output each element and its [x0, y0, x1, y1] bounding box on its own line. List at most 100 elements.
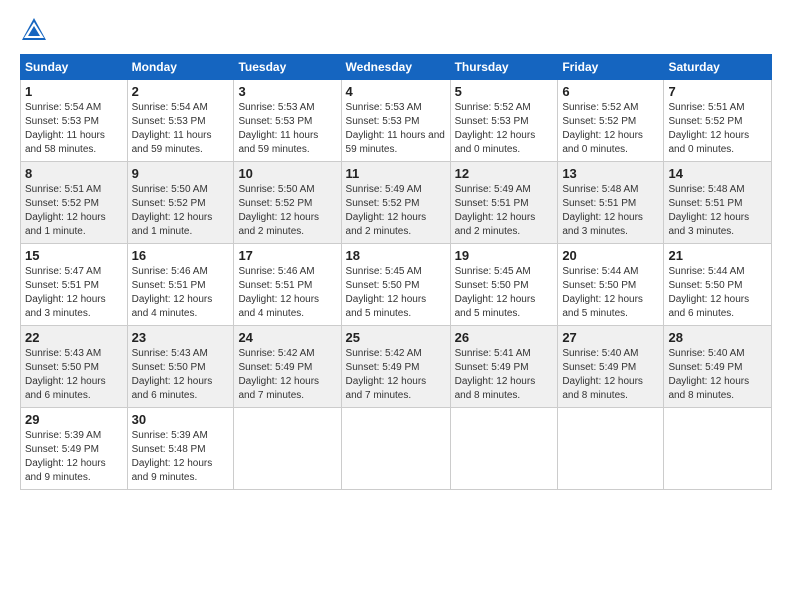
day-info: Sunrise: 5:53 AMSunset: 5:53 PMDaylight:…: [346, 102, 445, 155]
day-cell-9: 9 Sunrise: 5:50 AMSunset: 5:52 PMDayligh…: [127, 162, 234, 244]
day-number: 7: [668, 84, 767, 99]
day-cell-22: 22 Sunrise: 5:43 AMSunset: 5:50 PMDaylig…: [21, 326, 128, 408]
day-cell-21: 21 Sunrise: 5:44 AMSunset: 5:50 PMDaylig…: [664, 244, 772, 326]
day-number: 16: [132, 248, 230, 263]
header-wednesday: Wednesday: [341, 55, 450, 80]
day-number: 12: [455, 166, 554, 181]
day-info: Sunrise: 5:49 AMSunset: 5:52 PMDaylight:…: [346, 184, 427, 237]
day-cell-15: 15 Sunrise: 5:47 AMSunset: 5:51 PMDaylig…: [21, 244, 128, 326]
day-cell-7: 7 Sunrise: 5:51 AMSunset: 5:52 PMDayligh…: [664, 80, 772, 162]
day-number: 3: [238, 84, 336, 99]
empty-cell: [450, 408, 558, 490]
day-number: 30: [132, 412, 230, 427]
empty-cell: [341, 408, 450, 490]
day-number: 1: [25, 84, 123, 99]
week-row-5: 29 Sunrise: 5:39 AMSunset: 5:49 PMDaylig…: [21, 408, 772, 490]
day-info: Sunrise: 5:53 AMSunset: 5:53 PMDaylight:…: [238, 102, 318, 155]
day-cell-27: 27 Sunrise: 5:40 AMSunset: 5:49 PMDaylig…: [558, 326, 664, 408]
header-friday: Friday: [558, 55, 664, 80]
day-cell-17: 17 Sunrise: 5:46 AMSunset: 5:51 PMDaylig…: [234, 244, 341, 326]
day-cell-30: 30 Sunrise: 5:39 AMSunset: 5:48 PMDaylig…: [127, 408, 234, 490]
day-info: Sunrise: 5:52 AMSunset: 5:52 PMDaylight:…: [562, 102, 643, 155]
header-thursday: Thursday: [450, 55, 558, 80]
day-info: Sunrise: 5:54 AMSunset: 5:53 PMDaylight:…: [132, 102, 212, 155]
header: [20, 16, 772, 44]
day-number: 27: [562, 330, 659, 345]
day-cell-10: 10 Sunrise: 5:50 AMSunset: 5:52 PMDaylig…: [234, 162, 341, 244]
header-saturday: Saturday: [664, 55, 772, 80]
day-info: Sunrise: 5:41 AMSunset: 5:49 PMDaylight:…: [455, 348, 536, 401]
empty-cell: [234, 408, 341, 490]
day-cell-19: 19 Sunrise: 5:45 AMSunset: 5:50 PMDaylig…: [450, 244, 558, 326]
day-info: Sunrise: 5:44 AMSunset: 5:50 PMDaylight:…: [668, 266, 749, 319]
day-cell-28: 28 Sunrise: 5:40 AMSunset: 5:49 PMDaylig…: [664, 326, 772, 408]
day-number: 9: [132, 166, 230, 181]
day-number: 4: [346, 84, 446, 99]
day-info: Sunrise: 5:40 AMSunset: 5:49 PMDaylight:…: [668, 348, 749, 401]
empty-cell: [558, 408, 664, 490]
day-info: Sunrise: 5:50 AMSunset: 5:52 PMDaylight:…: [132, 184, 213, 237]
day-cell-12: 12 Sunrise: 5:49 AMSunset: 5:51 PMDaylig…: [450, 162, 558, 244]
day-info: Sunrise: 5:50 AMSunset: 5:52 PMDaylight:…: [238, 184, 319, 237]
day-info: Sunrise: 5:45 AMSunset: 5:50 PMDaylight:…: [346, 266, 427, 319]
day-info: Sunrise: 5:47 AMSunset: 5:51 PMDaylight:…: [25, 266, 106, 319]
week-row-2: 8 Sunrise: 5:51 AMSunset: 5:52 PMDayligh…: [21, 162, 772, 244]
day-info: Sunrise: 5:51 AMSunset: 5:52 PMDaylight:…: [668, 102, 749, 155]
week-row-1: 1 Sunrise: 5:54 AMSunset: 5:53 PMDayligh…: [21, 80, 772, 162]
day-number: 8: [25, 166, 123, 181]
day-cell-13: 13 Sunrise: 5:48 AMSunset: 5:51 PMDaylig…: [558, 162, 664, 244]
day-info: Sunrise: 5:46 AMSunset: 5:51 PMDaylight:…: [132, 266, 213, 319]
header-tuesday: Tuesday: [234, 55, 341, 80]
day-cell-1: 1 Sunrise: 5:54 AMSunset: 5:53 PMDayligh…: [21, 80, 128, 162]
day-number: 21: [668, 248, 767, 263]
day-number: 24: [238, 330, 336, 345]
day-cell-24: 24 Sunrise: 5:42 AMSunset: 5:49 PMDaylig…: [234, 326, 341, 408]
day-cell-11: 11 Sunrise: 5:49 AMSunset: 5:52 PMDaylig…: [341, 162, 450, 244]
day-info: Sunrise: 5:42 AMSunset: 5:49 PMDaylight:…: [346, 348, 427, 401]
day-number: 19: [455, 248, 554, 263]
day-number: 25: [346, 330, 446, 345]
day-number: 23: [132, 330, 230, 345]
day-cell-20: 20 Sunrise: 5:44 AMSunset: 5:50 PMDaylig…: [558, 244, 664, 326]
day-cell-14: 14 Sunrise: 5:48 AMSunset: 5:51 PMDaylig…: [664, 162, 772, 244]
day-cell-29: 29 Sunrise: 5:39 AMSunset: 5:49 PMDaylig…: [21, 408, 128, 490]
day-number: 22: [25, 330, 123, 345]
day-cell-25: 25 Sunrise: 5:42 AMSunset: 5:49 PMDaylig…: [341, 326, 450, 408]
day-cell-8: 8 Sunrise: 5:51 AMSunset: 5:52 PMDayligh…: [21, 162, 128, 244]
day-cell-2: 2 Sunrise: 5:54 AMSunset: 5:53 PMDayligh…: [127, 80, 234, 162]
page: SundayMondayTuesdayWednesdayThursdayFrid…: [0, 0, 792, 612]
day-info: Sunrise: 5:45 AMSunset: 5:50 PMDaylight:…: [455, 266, 536, 319]
calendar-header-row: SundayMondayTuesdayWednesdayThursdayFrid…: [21, 55, 772, 80]
day-info: Sunrise: 5:52 AMSunset: 5:53 PMDaylight:…: [455, 102, 536, 155]
day-cell-23: 23 Sunrise: 5:43 AMSunset: 5:50 PMDaylig…: [127, 326, 234, 408]
day-number: 10: [238, 166, 336, 181]
day-info: Sunrise: 5:54 AMSunset: 5:53 PMDaylight:…: [25, 102, 105, 155]
day-number: 5: [455, 84, 554, 99]
day-info: Sunrise: 5:39 AMSunset: 5:49 PMDaylight:…: [25, 430, 106, 483]
day-number: 14: [668, 166, 767, 181]
calendar: SundayMondayTuesdayWednesdayThursdayFrid…: [20, 54, 772, 490]
day-number: 13: [562, 166, 659, 181]
day-info: Sunrise: 5:39 AMSunset: 5:48 PMDaylight:…: [132, 430, 213, 483]
week-row-3: 15 Sunrise: 5:47 AMSunset: 5:51 PMDaylig…: [21, 244, 772, 326]
header-sunday: Sunday: [21, 55, 128, 80]
day-info: Sunrise: 5:48 AMSunset: 5:51 PMDaylight:…: [562, 184, 643, 237]
day-cell-5: 5 Sunrise: 5:52 AMSunset: 5:53 PMDayligh…: [450, 80, 558, 162]
header-monday: Monday: [127, 55, 234, 80]
day-number: 2: [132, 84, 230, 99]
day-cell-4: 4 Sunrise: 5:53 AMSunset: 5:53 PMDayligh…: [341, 80, 450, 162]
day-info: Sunrise: 5:43 AMSunset: 5:50 PMDaylight:…: [25, 348, 106, 401]
day-info: Sunrise: 5:40 AMSunset: 5:49 PMDaylight:…: [562, 348, 643, 401]
day-cell-18: 18 Sunrise: 5:45 AMSunset: 5:50 PMDaylig…: [341, 244, 450, 326]
week-row-4: 22 Sunrise: 5:43 AMSunset: 5:50 PMDaylig…: [21, 326, 772, 408]
day-cell-26: 26 Sunrise: 5:41 AMSunset: 5:49 PMDaylig…: [450, 326, 558, 408]
day-number: 20: [562, 248, 659, 263]
day-info: Sunrise: 5:46 AMSunset: 5:51 PMDaylight:…: [238, 266, 319, 319]
day-cell-3: 3 Sunrise: 5:53 AMSunset: 5:53 PMDayligh…: [234, 80, 341, 162]
empty-cell: [664, 408, 772, 490]
day-number: 6: [562, 84, 659, 99]
day-number: 17: [238, 248, 336, 263]
day-number: 26: [455, 330, 554, 345]
day-number: 29: [25, 412, 123, 427]
day-cell-16: 16 Sunrise: 5:46 AMSunset: 5:51 PMDaylig…: [127, 244, 234, 326]
